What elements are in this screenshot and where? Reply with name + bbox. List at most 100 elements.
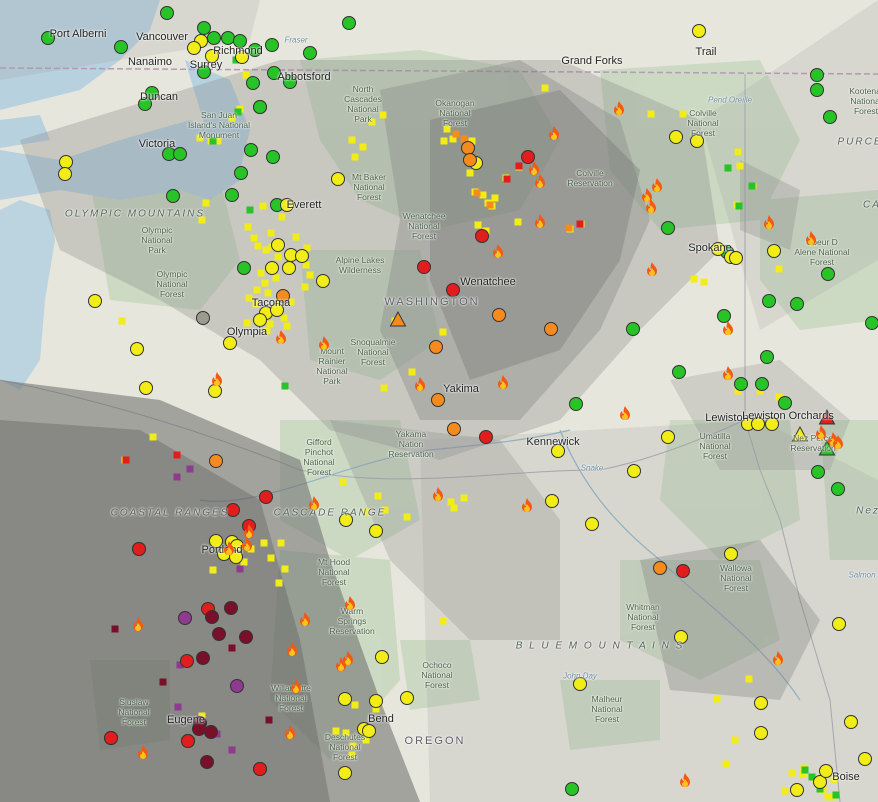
sensor-square[interactable] xyxy=(647,110,655,118)
sensor-square[interactable] xyxy=(281,382,289,390)
monitor-circle[interactable] xyxy=(239,630,253,644)
monitor-circle[interactable] xyxy=(160,6,174,20)
sensor-square[interactable] xyxy=(735,202,743,210)
monitor-circle[interactable] xyxy=(765,417,779,431)
monitor-circle[interactable] xyxy=(661,221,675,235)
monitor-circle[interactable] xyxy=(661,430,675,444)
monitor-circle[interactable] xyxy=(139,381,153,395)
monitor-circle[interactable] xyxy=(246,76,260,90)
monitor-circle[interactable] xyxy=(197,21,211,35)
sensor-square[interactable] xyxy=(228,644,236,652)
monitor-circle[interactable] xyxy=(858,752,872,766)
sensor-square[interactable] xyxy=(832,791,840,799)
sensor-square[interactable] xyxy=(173,451,181,459)
monitor-circle[interactable] xyxy=(754,726,768,740)
monitor-circle[interactable] xyxy=(810,68,824,82)
monitor-circle[interactable] xyxy=(265,261,279,275)
sensor-square[interactable] xyxy=(801,766,809,774)
monitor-circle[interactable] xyxy=(209,534,223,548)
sensor-square[interactable] xyxy=(254,242,262,250)
sensor-square[interactable] xyxy=(267,229,275,237)
monitor-circle[interactable] xyxy=(369,524,383,538)
monitor-circle[interactable] xyxy=(790,297,804,311)
monitor-circle[interactable] xyxy=(569,397,583,411)
sensor-square[interactable] xyxy=(252,300,260,308)
sensor-square[interactable] xyxy=(690,275,698,283)
monitor-circle[interactable] xyxy=(545,494,559,508)
sensor-square[interactable] xyxy=(228,746,236,754)
sensor-square[interactable] xyxy=(724,164,732,172)
monitor-circle[interactable] xyxy=(265,38,279,52)
sensor-square[interactable] xyxy=(266,320,274,328)
sensor-square[interactable] xyxy=(491,194,499,202)
monitor-circle[interactable] xyxy=(585,517,599,531)
sensor-square[interactable] xyxy=(439,617,447,625)
monitor-circle[interactable] xyxy=(475,229,489,243)
monitor-circle[interactable] xyxy=(178,611,192,625)
sensor-square[interactable] xyxy=(257,269,265,277)
monitor-circle[interactable] xyxy=(762,294,776,308)
monitor-circle[interactable] xyxy=(760,350,774,364)
monitor-circle[interactable] xyxy=(627,464,641,478)
monitor-circle[interactable] xyxy=(130,342,144,356)
monitor-circle[interactable] xyxy=(259,490,273,504)
monitor-circle[interactable] xyxy=(104,731,118,745)
monitor-circle[interactable] xyxy=(811,465,825,479)
monitor-circle[interactable] xyxy=(166,189,180,203)
monitor-circle[interactable] xyxy=(672,365,686,379)
sensor-square[interactable] xyxy=(348,136,356,144)
sensor-square[interactable] xyxy=(479,191,487,199)
sensor-square[interactable] xyxy=(439,328,447,336)
monitor-circle[interactable] xyxy=(821,267,835,281)
monitor-circle[interactable] xyxy=(339,513,353,527)
monitor-circle[interactable] xyxy=(212,627,226,641)
sensor-square[interactable] xyxy=(228,114,236,122)
sensor-square[interactable] xyxy=(440,137,448,145)
sensor-square[interactable] xyxy=(781,787,789,795)
sensor-square[interactable] xyxy=(202,199,210,207)
sensor-square[interactable] xyxy=(159,678,167,686)
monitor-circle[interactable] xyxy=(173,147,187,161)
monitor-circle[interactable] xyxy=(692,24,706,38)
monitor-circle[interactable] xyxy=(233,34,247,48)
sensor-square[interactable] xyxy=(362,508,370,516)
monitor-circle[interactable] xyxy=(342,16,356,30)
sensor-square[interactable] xyxy=(403,513,411,521)
monitor-circle[interactable] xyxy=(790,783,804,797)
monitor-circle[interactable] xyxy=(810,83,824,97)
monitor-circle[interactable] xyxy=(200,755,214,769)
monitor-circle[interactable] xyxy=(266,150,280,164)
monitor-circle[interactable] xyxy=(429,340,443,354)
monitor-circle[interactable] xyxy=(479,430,493,444)
sensor-square[interactable] xyxy=(264,289,272,297)
monitor-circle[interactable] xyxy=(316,274,330,288)
monitor-circle[interactable] xyxy=(295,249,309,263)
monitor-circle[interactable] xyxy=(544,322,558,336)
monitor-circle[interactable] xyxy=(338,766,352,780)
monitor-circle[interactable] xyxy=(461,141,475,155)
sensor-square[interactable] xyxy=(278,213,286,221)
sensor-square[interactable] xyxy=(242,71,250,79)
monitor-circle[interactable] xyxy=(551,444,565,458)
monitor-circle[interactable] xyxy=(234,166,248,180)
sensor-square[interactable] xyxy=(173,473,181,481)
sensor-square[interactable] xyxy=(118,317,126,325)
sensor-square[interactable] xyxy=(379,111,387,119)
monitor-circle[interactable] xyxy=(235,50,249,64)
monitor-circle[interactable] xyxy=(244,143,258,157)
sensor-square[interactable] xyxy=(466,169,474,177)
monitor-circle[interactable] xyxy=(754,696,768,710)
sensor-square[interactable] xyxy=(280,314,288,322)
monitor-circle[interactable] xyxy=(224,601,238,615)
monitor-circle[interactable] xyxy=(41,31,55,45)
monitor-circle[interactable] xyxy=(226,503,240,517)
sensor-square[interactable] xyxy=(486,201,494,209)
sensor-square[interactable] xyxy=(253,286,261,294)
monitor-circle[interactable] xyxy=(187,41,201,55)
sensor-square[interactable] xyxy=(342,729,350,737)
monitor-circle[interactable] xyxy=(114,40,128,54)
monitor-circle[interactable] xyxy=(417,260,431,274)
monitor-circle[interactable] xyxy=(271,238,285,252)
sensor-square[interactable] xyxy=(186,465,194,473)
sensor-square[interactable] xyxy=(149,433,157,441)
